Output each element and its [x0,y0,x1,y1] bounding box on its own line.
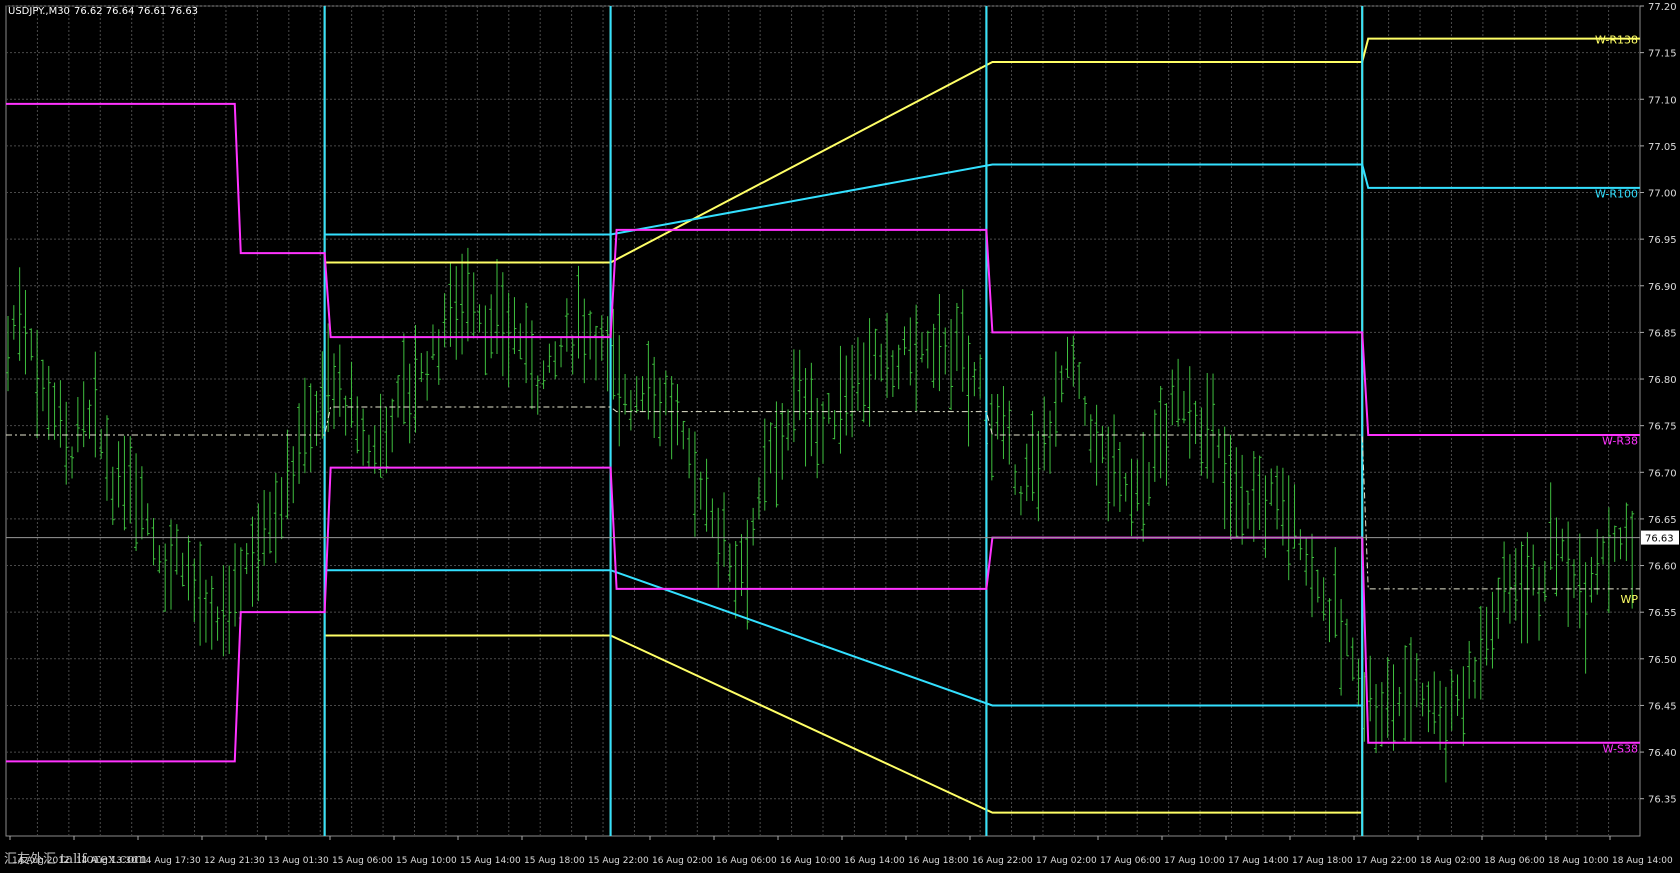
y-tick-label: 76.75 [1648,422,1677,433]
level-label: W-R138 [1595,34,1638,47]
x-tick-label: 15 Aug 18:00 [524,856,585,866]
y-tick-label: 76.45 [1648,701,1677,712]
x-tick-label: 18 Aug 14:00 [1612,856,1673,866]
y-tick-label: 77.00 [1648,189,1677,200]
x-tick-label: 17 Aug 18:00 [1292,856,1353,866]
x-tick-label: 18 Aug 06:00 [1484,856,1545,866]
y-tick-label: 76.35 [1648,795,1677,806]
level-label: W-R38 [1602,435,1638,448]
x-tick-label: 17 Aug 06:00 [1100,856,1161,866]
y-tick-label: 76.60 [1648,562,1677,573]
y-tick-label: 76.40 [1648,748,1677,759]
level-label: WP [1620,593,1638,606]
x-tick-label: 16 Aug 22:00 [972,856,1033,866]
x-tick-label: 17 Aug 10:00 [1164,856,1225,866]
y-tick-label: 76.50 [1648,655,1677,666]
y-tick-label: 77.20 [1648,2,1677,13]
x-tick-label: 15 Aug 22:00 [588,856,649,866]
y-tick-label: 77.10 [1648,95,1677,106]
x-tick-label: 16 Aug 18:00 [908,856,969,866]
y-tick-label: 77.15 [1648,49,1677,60]
x-tick-label: 16 Aug 14:00 [844,856,905,866]
x-tick-label: 18 Aug 02:00 [1420,856,1481,866]
level-label: W-R100 [1595,188,1638,201]
x-tick-label: 17 Aug 22:00 [1356,856,1417,866]
level-label: W-S38 [1603,742,1638,755]
x-tick-label: 16 Aug 02:00 [652,856,713,866]
symbol-info: USDJPY.,M30 [8,6,70,17]
y-tick-label: 76.80 [1648,375,1677,386]
y-tick-label: 76.95 [1648,235,1677,246]
x-tick-label: 16 Aug 06:00 [716,856,777,866]
current-price-label: 76.63 [1645,534,1674,545]
y-tick-label: 76.70 [1648,468,1677,479]
chart-window[interactable]: 77.20 77.15 77.10 77.05 77.00 76.95 76.90 76.85… [0,0,1680,869]
x-tick-label: 15 Aug 14:00 [460,856,521,866]
watermark: 汇友外汇 tallforex.com [4,852,147,867]
x-tick-label: 17 Aug 02:00 [1036,856,1097,866]
y-tick-label: 76.55 [1648,608,1677,619]
y-tick-label: 76.85 [1648,328,1677,339]
x-tick-label: 14 Aug 17:30 [140,856,201,866]
x-tick-label: 12 Aug 21:30 [204,856,265,866]
x-tick-label: 18 Aug 10:00 [1548,856,1609,866]
ohlc-readout: 76.62 76.64 76.61 76.63 [74,6,198,17]
y-tick-label: 76.65 [1648,515,1677,526]
x-tick-label: 16 Aug 10:00 [780,856,841,866]
x-tick-label: 15 Aug 06:00 [332,856,393,866]
price-chart[interactable]: 77.20 77.15 77.10 77.05 77.00 76.95 76.90 76.85… [0,0,1680,869]
x-tick-label: 17 Aug 14:00 [1228,856,1289,866]
y-tick-label: 76.90 [1648,282,1677,293]
x-tick-label: 15 Aug 10:00 [396,856,457,866]
x-tick-label: 13 Aug 01:30 [268,856,329,866]
y-tick-label: 77.05 [1648,142,1677,153]
